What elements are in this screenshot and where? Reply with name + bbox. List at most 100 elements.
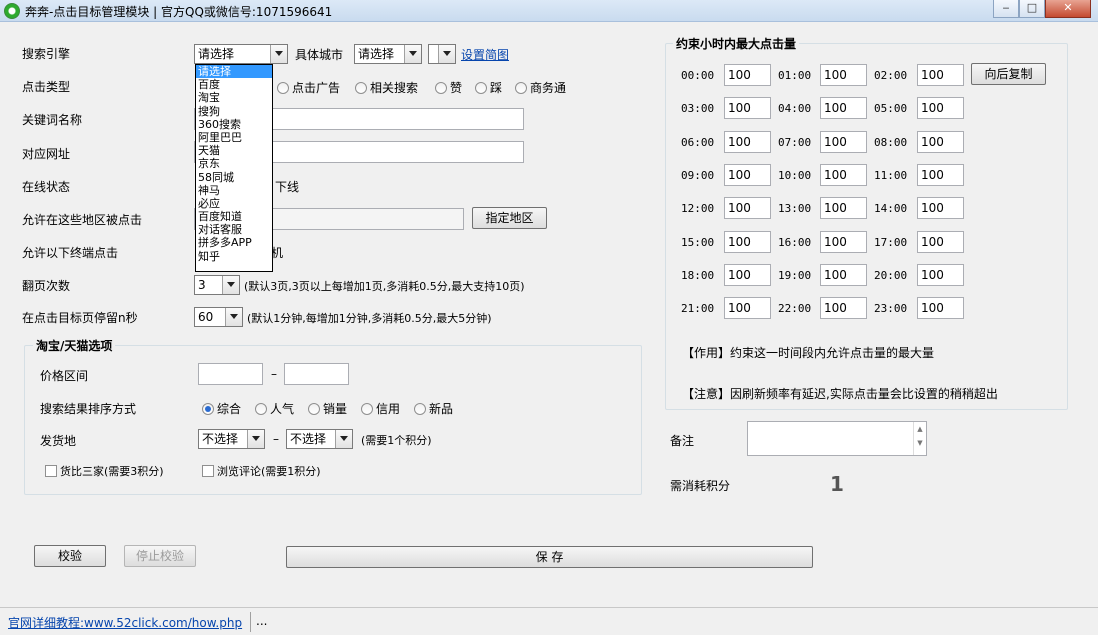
hour-limit-input[interactable]: 100 [917, 131, 964, 153]
radio-label: 新品 [429, 402, 454, 416]
ship-to-select[interactable]: 不选择 [286, 429, 353, 449]
hour-limit-input[interactable]: 100 [917, 164, 964, 186]
hour-limit-input[interactable]: 100 [917, 231, 964, 253]
dropdown-option[interactable]: 必应 [196, 197, 272, 210]
hour-label: 02:00 [874, 69, 908, 82]
hour-label: 05:00 [874, 102, 908, 115]
radio-dislike[interactable]: 踩 [475, 79, 502, 96]
hour-limit-input[interactable]: 100 [724, 231, 771, 253]
chevron-down-icon [438, 45, 455, 63]
close-button[interactable]: ✕ [1045, 0, 1091, 18]
specify-region-button[interactable]: 指定地区 [472, 207, 547, 229]
radio-checked-icon [202, 403, 214, 415]
remark-scrollbar[interactable]: ▲ ▼ [913, 422, 926, 455]
status-bar: 官网详细教程:www.52click.com/how.php ... [0, 607, 1098, 635]
hour-limit-input[interactable]: 100 [917, 64, 964, 86]
hour-limit-input[interactable]: 100 [917, 297, 964, 319]
save-button[interactable]: 保 存 [286, 546, 813, 568]
search-engine-value: 请选择 [198, 47, 235, 61]
chevron-down-icon [225, 308, 242, 326]
hour-limit-input[interactable]: 100 [820, 64, 867, 86]
dropdown-option[interactable]: 知乎 [196, 250, 272, 263]
set-diagram-link[interactable]: 设置简图 [461, 46, 509, 63]
hour-limit-input[interactable]: 100 [820, 264, 867, 286]
hour-limit-input[interactable]: 100 [724, 97, 771, 119]
radio-icon [435, 82, 447, 94]
pages-select[interactable]: 3 [194, 275, 240, 295]
ship-from-label: 发货地 [40, 434, 77, 448]
hour-limit-input[interactable]: 100 [917, 97, 964, 119]
ship-from-select[interactable]: 不选择 [198, 429, 265, 449]
scroll-up-icon[interactable]: ▲ [914, 422, 926, 436]
hour-limit-input[interactable]: 100 [917, 197, 964, 219]
hour-limit-input[interactable]: 100 [724, 297, 771, 319]
radio-sort-popularity[interactable]: 人气 [255, 400, 294, 417]
offline-option-label[interactable]: 下线 [275, 178, 299, 195]
remark-textarea[interactable] [747, 421, 927, 456]
hour-limit-input[interactable]: 100 [820, 164, 867, 186]
hour-limit-input[interactable]: 100 [724, 131, 771, 153]
dropdown-option[interactable]: 百度 [196, 78, 272, 91]
radio-label: 相关搜索 [370, 81, 419, 95]
hour-label: 10:00 [778, 169, 812, 182]
dropdown-option[interactable]: 百度知道 [196, 210, 272, 223]
radio-related-search[interactable]: 相关搜索 [355, 79, 418, 96]
hour-label: 03:00 [681, 102, 715, 115]
radio-sort-comprehensive[interactable]: 综合 [202, 400, 241, 417]
tutorial-link[interactable]: 官网详细教程:www.52click.com/how.php [8, 614, 242, 631]
compare-checkbox[interactable]: 货比三家(需要3积分) [45, 463, 164, 479]
radio-sort-credit[interactable]: 信用 [361, 400, 400, 417]
hour-limit-input[interactable]: 100 [820, 231, 867, 253]
dropdown-option[interactable]: 请选择 [196, 65, 272, 79]
district-select[interactable] [428, 44, 456, 64]
price-min-input[interactable] [198, 363, 263, 385]
ship-to-value: 不选择 [290, 432, 327, 446]
hour-label: 11:00 [874, 169, 908, 182]
radio-click-ad[interactable]: 点击广告 [277, 79, 340, 96]
hour-limit-input[interactable]: 100 [724, 164, 771, 186]
stop-verify-button[interactable]: 停止校验 [124, 545, 196, 567]
dropdown-option[interactable]: 360搜索 [196, 118, 272, 131]
copy-forward-button[interactable]: 向后复制 [971, 63, 1046, 85]
radio-icon [515, 82, 527, 94]
dropdown-option[interactable]: 天猫 [196, 144, 272, 157]
hour-label: 06:00 [681, 136, 715, 149]
maximize-button[interactable]: □ [1019, 0, 1045, 18]
radio-label: 销量 [323, 402, 348, 416]
hour-label: 12:00 [681, 202, 715, 215]
hour-limit-input[interactable]: 100 [724, 197, 771, 219]
radio-like[interactable]: 赞 [435, 79, 462, 96]
price-range-separator: – [271, 367, 277, 381]
dropdown-option[interactable]: 对话客服 [196, 223, 272, 236]
hour-limit-input[interactable]: 100 [820, 131, 867, 153]
dropdown-option[interactable]: 神马 [196, 184, 272, 197]
dropdown-option[interactable]: 拼多多APP [196, 236, 272, 249]
verify-button[interactable]: 校验 [34, 545, 106, 567]
dropdown-option[interactable]: 淘宝 [196, 91, 272, 104]
hour-limit-input[interactable]: 100 [917, 264, 964, 286]
city-select[interactable]: 请选择 [354, 44, 422, 64]
city-label: 具体城市 [295, 48, 344, 62]
dropdown-option[interactable]: 搜狗 [196, 105, 272, 118]
radio-sort-new[interactable]: 新品 [414, 400, 453, 417]
dropdown-option[interactable]: 京东 [196, 157, 272, 170]
warning-note: 【注意】因刷新频率有延迟,实际点击量会比设置的稍稍超出 [682, 387, 998, 401]
scroll-down-icon[interactable]: ▼ [914, 436, 926, 450]
radio-business[interactable]: 商务通 [515, 79, 566, 96]
hour-limit-input[interactable]: 100 [724, 264, 771, 286]
hour-label: 08:00 [874, 136, 908, 149]
dropdown-option[interactable]: 阿里巴巴 [196, 131, 272, 144]
radio-icon [277, 82, 289, 94]
review-checkbox[interactable]: 浏览评论(需要1积分) [202, 463, 321, 479]
hour-limit-input[interactable]: 100 [820, 97, 867, 119]
radio-sort-sales[interactable]: 销量 [308, 400, 347, 417]
hour-limit-input[interactable]: 100 [724, 64, 771, 86]
price-max-input[interactable] [284, 363, 349, 385]
search-engine-select[interactable]: 请选择 [194, 44, 288, 64]
hour-label: 04:00 [778, 102, 812, 115]
hour-limit-input[interactable]: 100 [820, 197, 867, 219]
minimize-button[interactable]: ‒ [993, 0, 1019, 18]
stay-select[interactable]: 60 [194, 307, 243, 327]
hour-limit-input[interactable]: 100 [820, 297, 867, 319]
dropdown-option[interactable]: 58同城 [196, 171, 272, 184]
